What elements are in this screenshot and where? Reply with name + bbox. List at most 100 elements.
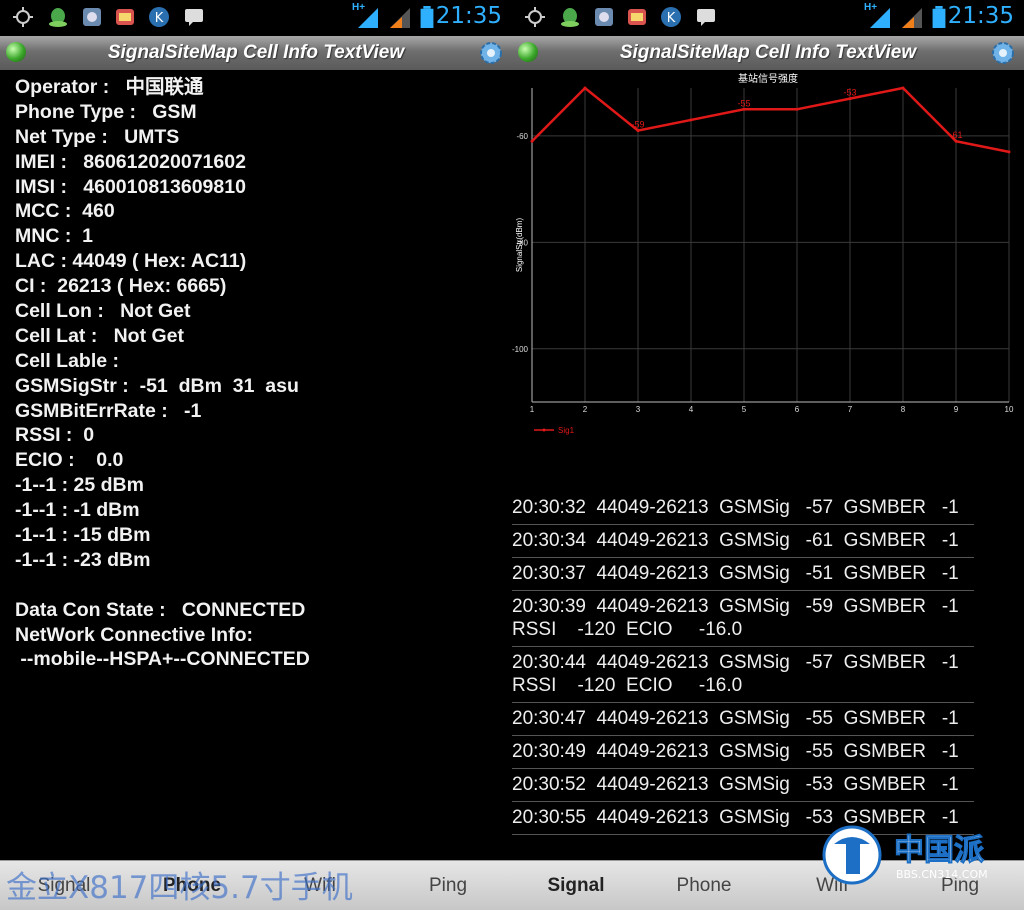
log-entry-detail: RSSI -120 ECIO -16.0 <box>512 675 743 696</box>
watermark-text: 金立X817四核5.7寸手机 <box>6 870 353 906</box>
x-tick-label: 5 <box>742 405 747 414</box>
info-row: -1--1 : 25 dBm <box>15 474 144 497</box>
log-entry-line: 20:30:52 44049-26213 GSMSig -53 GSMBER -… <box>512 774 959 795</box>
info-row: --mobile--HSPA+--CONNECTED <box>15 648 310 671</box>
log-entry-line: 20:30:34 44049-26213 GSMSig -61 GSMBER -… <box>512 530 959 551</box>
info-row: LAC : 44049 ( Hex: AC11) <box>15 250 247 273</box>
k-app-icon: K <box>149 7 169 27</box>
x-tick-label: 2 <box>583 405 588 414</box>
info-row: Cell Lable : <box>15 349 120 372</box>
info-row: -1--1 : -1 dBm <box>15 499 140 522</box>
log-entry[interactable]: 20:30:39 44049-26213 GSMSig -59 GSMBER -… <box>512 591 974 647</box>
status-bar: K H+ 21:35 <box>0 0 512 34</box>
store-icon <box>628 9 646 25</box>
info-row: IMSI : 460010813609810 <box>15 175 246 198</box>
status-bar: K H+ 21:35 <box>512 0 1024 34</box>
info-row: RSSI : 0 <box>15 424 95 447</box>
y-tick-label: -100 <box>512 345 529 354</box>
app-title-bar: SignalSiteMap Cell Info TextView <box>0 36 512 70</box>
info-row: MNC : 1 <box>15 225 93 248</box>
battery-icon <box>932 6 946 28</box>
logo-url: BBS.CN314.COM <box>896 868 988 881</box>
info-row: GSMBitErrRate : -1 <box>15 399 202 422</box>
clock: 21:35 <box>435 3 502 29</box>
log-entry[interactable]: 20:30:32 44049-26213 GSMSig -57 GSMBER -… <box>512 492 974 525</box>
legend-label: Sig1 <box>558 426 575 435</box>
app-title: SignalSiteMap Cell Info TextView <box>619 42 917 63</box>
log-entry[interactable]: 20:30:37 44049-26213 GSMSig -51 GSMBER -… <box>512 558 974 591</box>
info-row: GSMSigStr : -51 dBm 31 asu <box>15 374 299 397</box>
svg-text:K: K <box>667 11 676 26</box>
x-tick-label: 7 <box>848 405 853 414</box>
data-point <box>901 86 905 90</box>
message-icon <box>185 9 203 26</box>
log-entry-line: 20:30:44 44049-26213 GSMSig -57 GSMBER -… <box>512 652 959 673</box>
x-tick-label: 3 <box>636 405 641 414</box>
message-icon <box>697 9 715 26</box>
info-row <box>15 573 310 598</box>
info-row: Operator : 中国联通 <box>15 76 204 98</box>
clock: 21:35 <box>947 3 1014 29</box>
qq-icon <box>561 8 579 27</box>
gear-icon[interactable] <box>990 40 1016 66</box>
camera-app-icon <box>595 8 613 26</box>
x-tick-label: 10 <box>1005 405 1014 414</box>
info-row: IMEI : 860612020071602 <box>15 150 246 173</box>
log-entry-line: 20:30:49 44049-26213 GSMSig -55 GSMBER -… <box>512 741 959 762</box>
log-entry-detail: RSSI -120 ECIO -16.0 <box>512 619 743 640</box>
gear-icon[interactable] <box>478 40 504 66</box>
data-point <box>583 86 587 90</box>
log-entry-line: 20:30:32 44049-26213 GSMSig -57 GSMBER -… <box>512 497 959 518</box>
signal-strength-2-icon <box>902 8 922 28</box>
tab-ping[interactable]: Ping <box>384 875 512 897</box>
svg-text:K: K <box>155 11 164 26</box>
location-icon <box>525 7 545 27</box>
info-row: Phone Type : GSM <box>15 100 197 123</box>
info-row: NetWork Connective Info: <box>15 623 253 646</box>
app-title: SignalSiteMap Cell Info TextView <box>107 42 405 63</box>
log-entry[interactable]: 20:30:52 44049-26213 GSMSig -53 GSMBER -… <box>512 769 974 802</box>
info-row: ECIO : 0.0 <box>15 449 124 472</box>
info-row: CI : 26213 ( Hex: 6665) <box>15 275 227 298</box>
data-label: -53 <box>843 88 856 98</box>
signal-strength-chart: 1 2 3 4 5 6 7 8 9 10-60-80-100基站信号强度SignalStr(dBm… <box>512 72 1014 435</box>
logo-text: 中国派 <box>894 833 984 868</box>
cell-info-list: Operator : 中国联通 Phone Type : GSM Net Type … <box>15 75 310 672</box>
signal-strength-icon <box>870 8 890 28</box>
data-label: -61 <box>949 130 962 140</box>
tab-signal[interactable]: Signal <box>512 875 640 897</box>
chart-title: 基站信号强度 <box>738 72 798 85</box>
x-tick-label: 6 <box>795 405 800 414</box>
x-tick-label: 4 <box>689 405 694 414</box>
site-logo: 中国派 BBS.CN314.COM <box>822 825 988 885</box>
info-row: -1--1 : -23 dBm <box>15 548 151 571</box>
signal-strength-icon <box>358 8 378 28</box>
y-axis-label: SignalStr(dBm) <box>515 218 524 273</box>
camera-app-icon <box>83 8 101 26</box>
y-tick-label: -60 <box>516 132 528 141</box>
data-point <box>530 139 534 143</box>
data-label: -59 <box>631 120 644 130</box>
legend-marker <box>542 428 546 432</box>
right-screen: K H+ 21:35 SignalSiteMap Cell Info TextV… <box>512 0 1024 910</box>
x-tick-label: 9 <box>954 405 959 414</box>
log-entry[interactable]: 20:30:49 44049-26213 GSMSig -55 GSMBER -… <box>512 736 974 769</box>
x-tick-label: 8 <box>901 405 906 414</box>
x-tick-label: 1 <box>530 405 535 414</box>
log-entry[interactable]: 20:30:44 44049-26213 GSMSig -57 GSMBER -… <box>512 647 974 703</box>
qq-icon <box>49 8 67 27</box>
log-entry[interactable]: 20:30:34 44049-26213 GSMSig -61 GSMBER -… <box>512 525 974 558</box>
battery-icon <box>420 6 434 28</box>
tab-phone[interactable]: Phone <box>640 875 768 897</box>
data-point <box>689 118 693 122</box>
store-icon <box>116 9 134 25</box>
location-icon <box>13 7 33 27</box>
info-row: Net Type : UMTS <box>15 125 180 148</box>
info-row: -1--1 : -15 dBm <box>15 524 151 547</box>
left-screen: K H+ 21:35 SignalSiteMap Cell Info TextV… <box>0 0 512 910</box>
log-entry[interactable]: 20:30:47 44049-26213 GSMSig -55 GSMBER -… <box>512 703 974 736</box>
log-entry-line: 20:30:39 44049-26213 GSMSig -59 GSMBER -… <box>512 596 959 617</box>
info-row: Data Con State : CONNECTED <box>15 598 306 621</box>
info-row: MCC : 460 <box>15 200 115 223</box>
data-point <box>1007 150 1011 154</box>
